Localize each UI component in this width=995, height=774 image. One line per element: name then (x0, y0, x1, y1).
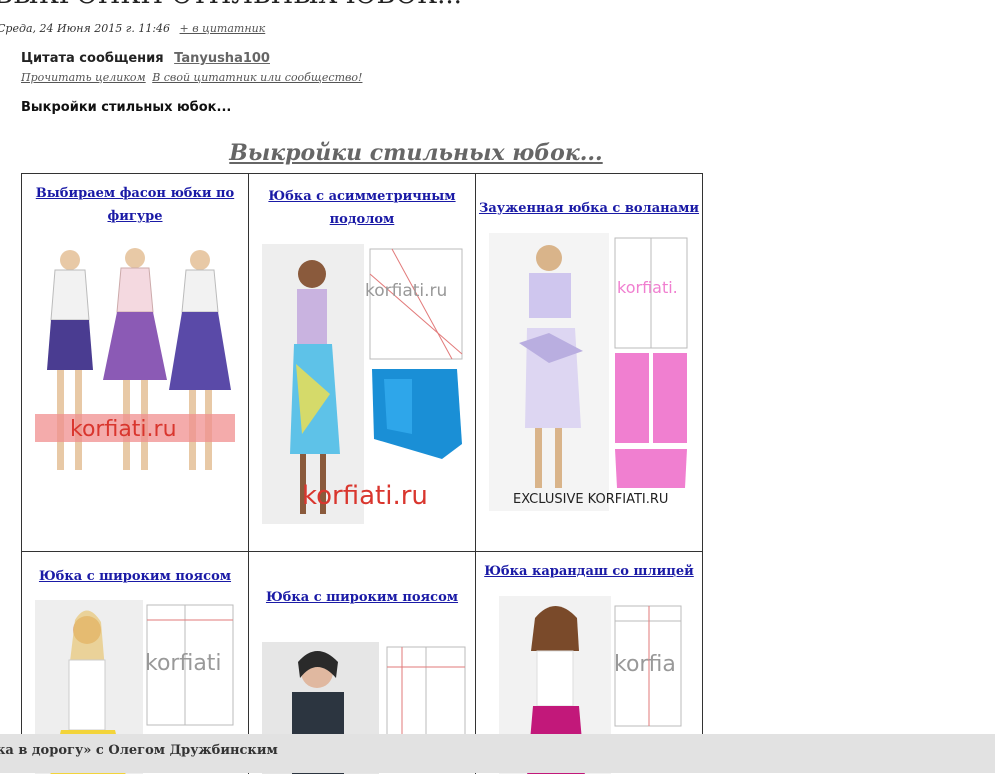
table-cell: Юбка с асимметричным подолом korfiati.ru… (249, 174, 476, 552)
watermark-text: korfiati.ru (302, 481, 428, 511)
bottom-banner-text: ка в дорогу» с Олегом Дружбинским (0, 743, 278, 758)
quote-links: Прочитать целиком В свой цитатник или со… (21, 71, 365, 84)
post-title-fragment: ВЫКРОЙКИ СТИЛЬНЫХ ЮБОК... (0, 0, 462, 10)
cell-title-link[interactable]: Юбка с широким поясом (22, 565, 248, 588)
watermark-text: EXCLUSIVE KORFIATI.RU (513, 492, 668, 507)
cell-title-link[interactable]: Выбираем фасон юбки по фигуре (22, 182, 248, 228)
watermark-text: korfia (614, 652, 676, 677)
post-intro: Выкройки стильных юбок... (21, 100, 232, 115)
add-to-quotes-link[interactable]: + в цитатник (180, 22, 266, 35)
watermark-text: korfiati.ru (70, 417, 177, 442)
quote-author-link[interactable]: Tanyusha100 (174, 51, 270, 66)
asymmetric-skirt-image[interactable]: korfiati.ru korfiati.ru (262, 244, 467, 524)
cell-title-line: Юбка с асимметричным (268, 189, 456, 204)
watermark-text: korfiati (145, 651, 222, 676)
bottom-banner[interactable]: ка в дорогу» с Олегом Дружбинским (0, 734, 995, 773)
cell-title-link[interactable]: Юбка карандаш со шлицей (476, 560, 702, 583)
post-meta: Среда, 24 Июня 2015 г. 11:46 + в цитатни… (0, 22, 265, 35)
table-cell: Выбираем фасон юбки по фигуре korfiati.r… (22, 174, 249, 552)
read-full-link[interactable]: Прочитать целиком (21, 71, 146, 84)
cell-title-link[interactable]: Юбка с широким поясом (249, 586, 475, 609)
post-date: Среда, 24 Июня 2015 г. 11:46 (0, 22, 171, 35)
post-heading[interactable]: Выкройки стильных юбок... (21, 140, 811, 166)
cell-title-link[interactable]: Зауженная юбка с воланами (476, 197, 702, 220)
cell-title-line: подолом (329, 212, 395, 227)
skirt-figures-image[interactable]: korfiati.ru (35, 240, 235, 496)
skirt-patterns-table: Выбираем фасон юбки по фигуре korfiati.r… (21, 173, 703, 774)
quote-header: Цитата сообщения Tanyusha100 (21, 51, 270, 66)
table-cell: Зауженная юбка с воланами korfiati. EXCL… (476, 174, 702, 552)
to-my-quotes-link[interactable]: В свой цитатник или сообщество! (152, 71, 362, 84)
quote-label: Цитата сообщения (21, 51, 164, 66)
cell-title-line: Выбираем фасон юбки по (35, 186, 235, 201)
watermark-text: korfiati.ru (365, 281, 447, 301)
cell-title-link[interactable]: Юбка с асимметричным подолом (249, 185, 475, 231)
watermark-text: korfiati. (617, 278, 678, 297)
cell-title-line: фигуре (107, 209, 163, 224)
ruffle-skirt-image[interactable]: korfiati. EXCLUSIVE KORFIATI.RU (489, 233, 689, 511)
